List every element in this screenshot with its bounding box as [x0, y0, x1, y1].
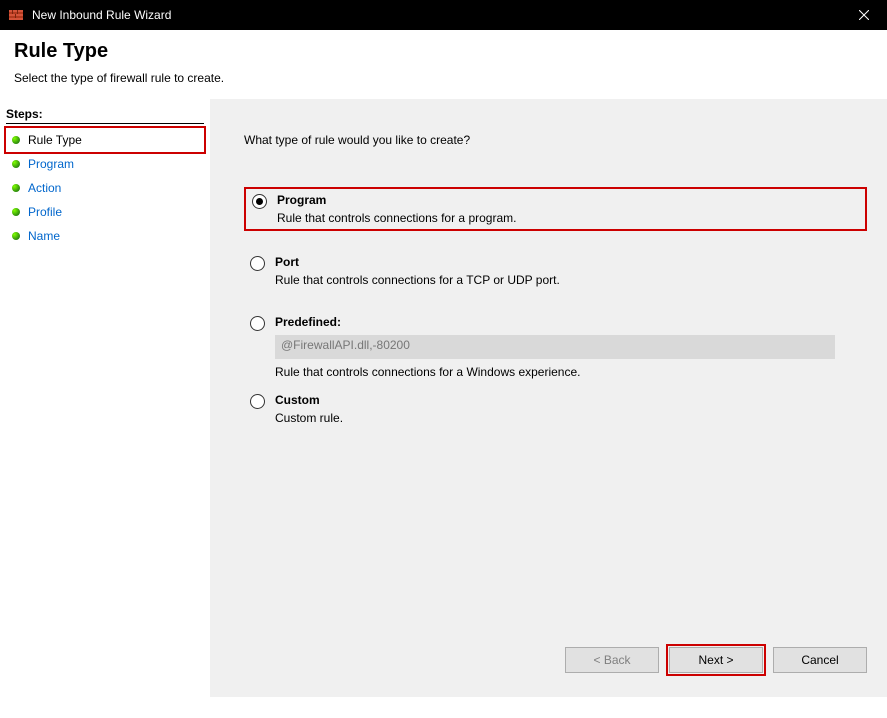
- wizard-buttons: < Back Next > Cancel: [565, 647, 867, 673]
- page-title: Rule Type: [14, 40, 873, 63]
- wizard-body: Steps: Rule Type Program Action Profile …: [0, 99, 887, 697]
- option-custom[interactable]: Custom Custom rule.: [244, 389, 867, 429]
- steps-label: Steps:: [6, 107, 204, 124]
- option-predefined-text: Predefined: @FirewallAPI.dll,-80200 Rule…: [275, 315, 861, 379]
- step-program[interactable]: Program: [6, 152, 204, 176]
- step-label: Program: [28, 157, 74, 171]
- step-label: Profile: [28, 205, 62, 219]
- radio-port[interactable]: [250, 256, 265, 271]
- option-port-text: Port Rule that controls connections for …: [275, 255, 861, 287]
- step-name[interactable]: Name: [6, 224, 204, 248]
- option-title: Port: [275, 255, 861, 269]
- option-desc: Rule that controls connections for a Win…: [275, 365, 861, 379]
- page-subtitle: Select the type of firewall rule to crea…: [14, 71, 873, 85]
- question-text: What type of rule would you like to crea…: [244, 133, 867, 147]
- step-label: Rule Type: [28, 133, 82, 147]
- next-button[interactable]: Next >: [669, 647, 763, 673]
- option-predefined[interactable]: Predefined: @FirewallAPI.dll,-80200 Rule…: [244, 311, 867, 383]
- step-bullet-icon: [12, 184, 20, 192]
- close-button[interactable]: [841, 0, 887, 30]
- radio-custom[interactable]: [250, 394, 265, 409]
- step-action[interactable]: Action: [6, 176, 204, 200]
- step-bullet-icon: [12, 208, 20, 216]
- step-bullet-icon: [12, 160, 20, 168]
- step-label: Action: [28, 181, 61, 195]
- cancel-button[interactable]: Cancel: [773, 647, 867, 673]
- option-title: Program: [277, 193, 859, 207]
- main-panel: What type of rule would you like to crea…: [210, 99, 887, 697]
- step-label: Name: [28, 229, 60, 243]
- firewall-icon: [8, 7, 24, 23]
- option-title: Custom: [275, 393, 861, 407]
- option-program-text: Program Rule that controls connections f…: [277, 193, 859, 225]
- option-port[interactable]: Port Rule that controls connections for …: [244, 251, 867, 291]
- step-profile[interactable]: Profile: [6, 200, 204, 224]
- radio-predefined[interactable]: [250, 316, 265, 331]
- option-desc: Custom rule.: [275, 411, 861, 425]
- predefined-dropdown[interactable]: @FirewallAPI.dll,-80200: [275, 335, 835, 359]
- titlebar: New Inbound Rule Wizard: [0, 0, 887, 30]
- close-icon: [859, 10, 869, 20]
- step-bullet-icon: [12, 136, 20, 144]
- option-program[interactable]: Program Rule that controls connections f…: [244, 187, 867, 231]
- radio-program[interactable]: [252, 194, 267, 209]
- option-custom-text: Custom Custom rule.: [275, 393, 861, 425]
- back-button: < Back: [565, 647, 659, 673]
- step-rule-type[interactable]: Rule Type: [4, 126, 206, 154]
- window-title: New Inbound Rule Wizard: [32, 8, 841, 22]
- option-title: Predefined:: [275, 315, 861, 329]
- option-desc: Rule that controls connections for a pro…: [277, 211, 859, 225]
- option-desc: Rule that controls connections for a TCP…: [275, 273, 861, 287]
- step-bullet-icon: [12, 232, 20, 240]
- steps-sidebar: Steps: Rule Type Program Action Profile …: [0, 99, 210, 697]
- wizard-header: Rule Type Select the type of firewall ru…: [0, 30, 887, 99]
